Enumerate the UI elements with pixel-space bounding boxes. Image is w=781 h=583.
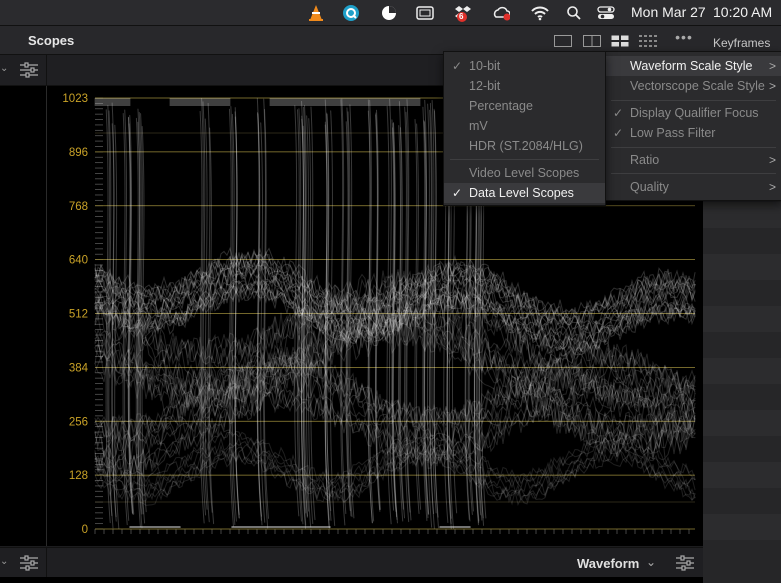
scope-type-dropdown[interactable]: Waveform — [577, 556, 639, 571]
checkmark-icon: ✓ — [452, 186, 463, 200]
wifi-icon[interactable] — [531, 4, 549, 22]
menu-item-vectorscope-scale-style[interactable]: Vectorscope Scale Style > — [605, 76, 781, 96]
dropbox-badge: 6 — [459, 12, 464, 21]
checkmark-icon: ✓ — [613, 106, 624, 120]
creative-cloud-icon[interactable] — [492, 4, 510, 22]
y-axis-label: 512 — [69, 309, 88, 321]
menu-item-data-level-scopes[interactable]: ✓ Data Level Scopes — [444, 183, 605, 203]
screen-app-icon[interactable] — [416, 4, 434, 22]
toolbar-left-cell: ⌄ — [0, 55, 47, 85]
menu-item-label: Percentage — [469, 99, 533, 113]
menu-item-12-bit[interactable]: 12-bit — [444, 76, 605, 96]
keyframe-row — [703, 306, 781, 332]
y-axis-label: 768 — [69, 201, 88, 213]
chevron-right-icon: > — [768, 153, 776, 167]
scope-settings-icon[interactable] — [20, 62, 38, 78]
menu-item-percentage[interactable]: Percentage — [444, 96, 605, 116]
menu-item-label: Waveform Scale Style — [630, 59, 753, 73]
menu-item-label: HDR (ST.2084/HLG) — [469, 139, 583, 153]
keyframe-row — [703, 202, 781, 228]
keyframe-row — [703, 462, 781, 488]
keyframes-tab[interactable]: Keyframes — [713, 36, 770, 50]
dropbox-icon[interactable]: 6 — [454, 4, 472, 22]
keyframe-row — [703, 358, 781, 384]
menu-item-mv[interactable]: mV — [444, 116, 605, 136]
menu-item-label: 12-bit — [469, 79, 501, 93]
menu-separator — [611, 100, 776, 101]
menubar-time[interactable]: 10:20 AM — [713, 4, 772, 20]
pie-app-icon[interactable] — [380, 4, 398, 22]
waveform-scale-submenu: ✓ 10-bit 12-bit Percentage mV HDR (ST.20… — [443, 51, 606, 206]
chevron-right-icon: > — [768, 59, 776, 73]
menu-item-label: Video Level Scopes — [469, 166, 580, 180]
menu-item-quality[interactable]: Quality > — [605, 177, 781, 197]
next-scope-strip — [0, 577, 703, 583]
menu-item-label: 10-bit — [469, 59, 501, 73]
checkmark-icon: ✓ — [452, 59, 463, 73]
scope-options-menu: Waveform Scale Style > Vectorscope Scale… — [604, 51, 781, 201]
checkmark-icon: ✓ — [613, 126, 624, 140]
footer-settings-icon[interactable] — [676, 555, 694, 571]
y-axis-label: 0 — [82, 524, 88, 536]
chevron-right-icon: > — [768, 180, 776, 194]
menu-item-label: Quality — [630, 180, 669, 194]
menu-item-ratio[interactable]: Ratio > — [605, 150, 781, 170]
y-axis-label: 1023 — [62, 93, 88, 105]
quicktime-icon[interactable] — [342, 4, 360, 22]
menu-item-label: Data Level Scopes — [469, 186, 574, 200]
collapse-chevron-icon[interactable]: ⌄ — [0, 63, 8, 74]
menubar-date[interactable]: Mon Mar 27 — [631, 4, 706, 20]
y-axis-label: 640 — [69, 255, 88, 267]
menu-separator — [611, 147, 776, 148]
more-options-button[interactable]: ••• — [670, 30, 698, 48]
dual-view-icon[interactable] — [583, 34, 601, 47]
collapse-chevron-icon[interactable]: ⌄ — [0, 556, 8, 567]
menu-item-label: Display Qualifier Focus — [630, 106, 759, 120]
y-axis-label: 384 — [69, 362, 89, 374]
footer-left-cell: ⌄ — [0, 548, 47, 578]
menu-separator — [450, 159, 599, 160]
y-axis-label: 896 — [69, 147, 88, 159]
panel-title: Scopes — [28, 33, 75, 48]
quad-view-icon[interactable] — [611, 34, 629, 47]
menu-item-label: Ratio — [630, 153, 660, 167]
y-axis-label: 256 — [69, 416, 88, 428]
menu-item-video-level-scopes[interactable]: Video Level Scopes — [444, 163, 605, 183]
grid-view-icon[interactable] — [639, 34, 657, 47]
keyframe-row — [703, 410, 781, 436]
menu-item-waveform-scale-style[interactable]: Waveform Scale Style > — [605, 56, 781, 76]
keyframe-row — [703, 254, 781, 280]
menu-item-label: mV — [469, 119, 488, 133]
single-view-icon[interactable] — [554, 34, 572, 47]
vlc-icon[interactable] — [307, 4, 325, 22]
y-axis-label: 128 — [69, 470, 88, 482]
keyframe-row — [703, 514, 781, 540]
chevron-right-icon: > — [768, 79, 776, 93]
spotlight-icon[interactable] — [565, 4, 583, 22]
menu-item-low-pass-filter[interactable]: ✓ Low Pass Filter — [605, 123, 781, 143]
menu-bar: 6 Mon Mar 27 10:20 AM — [0, 0, 781, 26]
menu-item-label: Low Pass Filter — [630, 126, 716, 140]
menu-separator — [611, 173, 776, 174]
scope-footer: ⌄ Waveform ⌄ — [0, 547, 703, 578]
waveform-trace — [94, 358, 696, 457]
menu-item-display-qualifier-focus[interactable]: ✓ Display Qualifier Focus — [605, 103, 781, 123]
scope-settings-icon[interactable] — [20, 555, 38, 571]
chevron-down-icon[interactable]: ⌄ — [646, 555, 656, 569]
control-center-icon[interactable] — [597, 4, 615, 22]
menu-item-hdr[interactable]: HDR (ST.2084/HLG) — [444, 136, 605, 156]
menu-item-label: Vectorscope Scale Style — [630, 79, 765, 93]
menu-item-10-bit[interactable]: ✓ 10-bit — [444, 56, 605, 76]
